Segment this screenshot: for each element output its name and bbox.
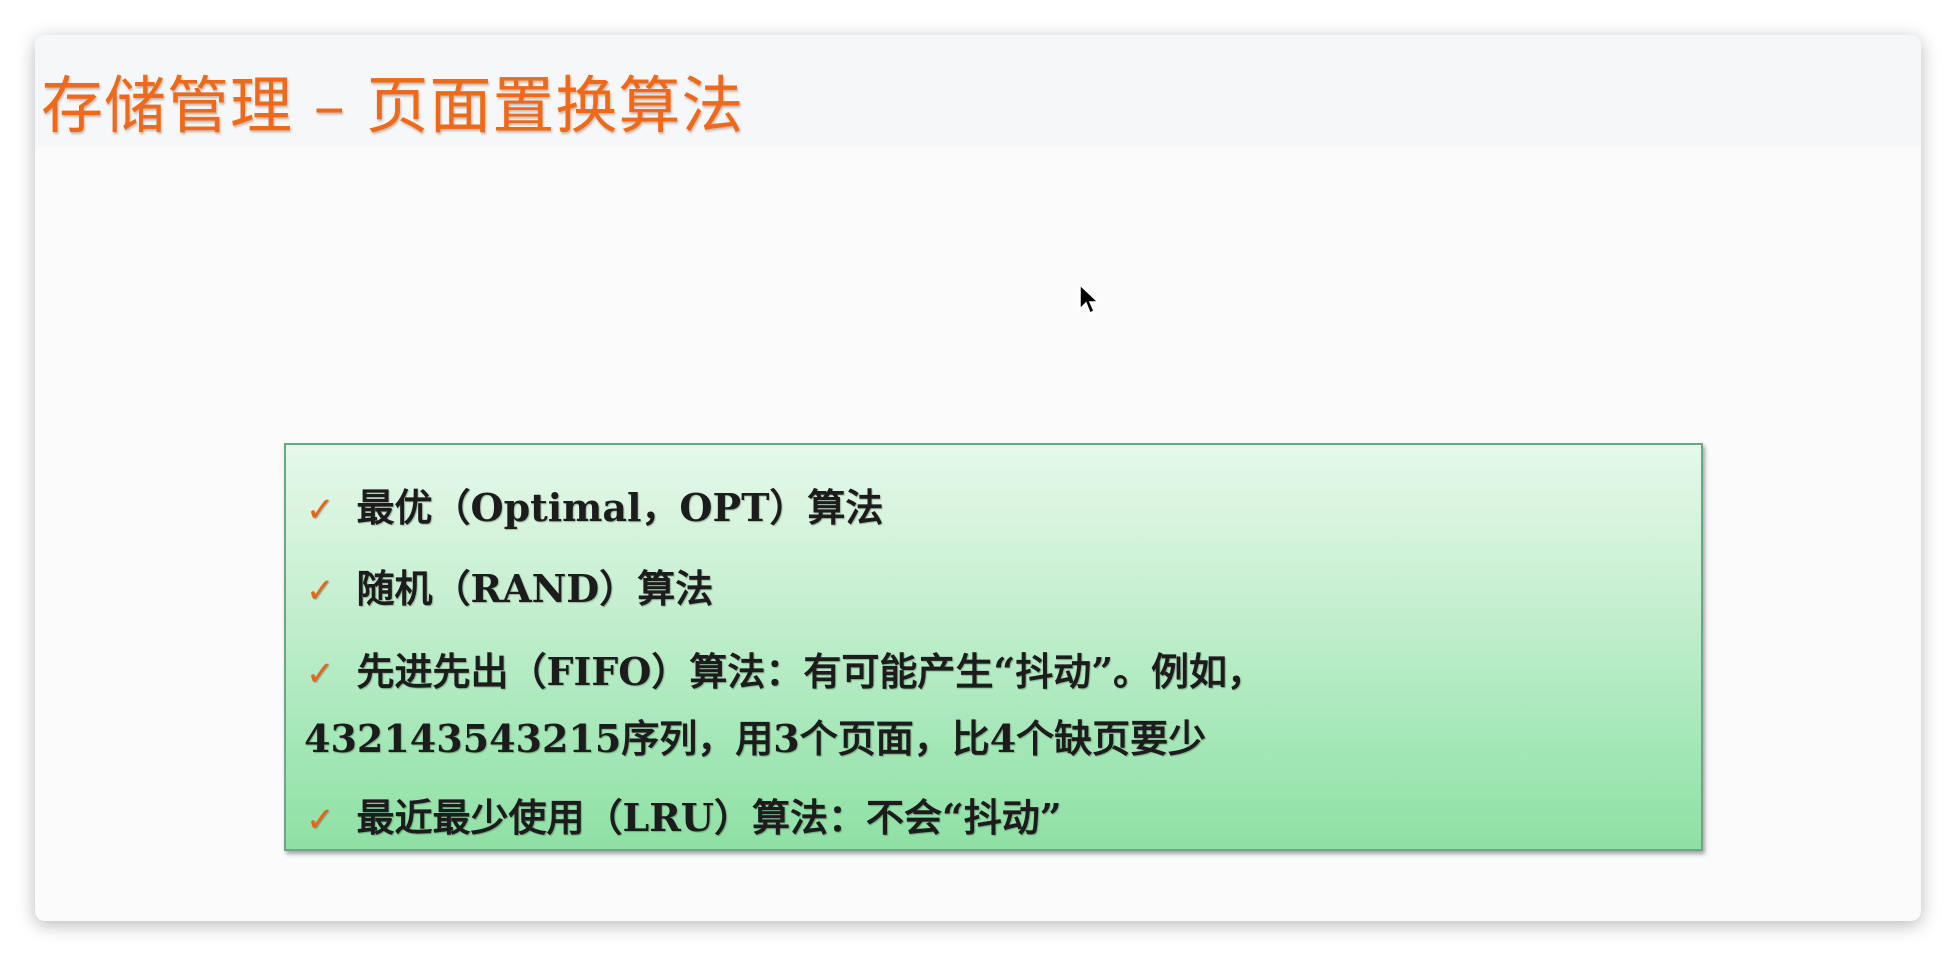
slide-title: 存储管理 – 页面置换算法 [41,69,745,142]
list-item-rand: ✓ 随机（RAND）算法 [306,558,713,613]
list-item-text: 最优（Optimal，OPT）算法 [356,485,884,530]
check-icon: ✓ [306,654,335,694]
list-item-fifo-continued: 432143543215序列，用3个页面，比4个缺页要少 [304,708,1206,763]
list-item-text: 432143543215序列，用3个页面，比4个缺页要少 [304,716,1207,761]
mouse-pointer-icon [1079,284,1100,315]
slide-window: 存储管理 – 页面置换算法 ✓ 最优（Optimal，OPT）算法 ✓ 随机（RAN… [35,35,1921,921]
list-item-lru: ✓ 最近最少使用（LRU）算法：不会“抖动” [306,787,1062,842]
list-item-text: 最近最少使用（LRU）算法：不会“抖动” [356,795,1062,840]
check-icon: ✓ [306,800,335,840]
check-icon: ✓ [306,571,335,611]
check-icon: ✓ [306,490,335,530]
list-item-text: 先进先出（FIFO）算法：有可能产生“抖动”。例如， [356,649,1266,694]
list-item-fifo: ✓ 先进先出（FIFO）算法：有可能产生“抖动”。例如， [306,641,1265,696]
title-band: 存储管理 – 页面置换算法 [35,35,1921,147]
algorithm-list-box: ✓ 最优（Optimal，OPT）算法 ✓ 随机（RAND）算法 ✓ 先进先出（FIF… [284,443,1703,851]
list-item-opt: ✓ 最优（Optimal，OPT）算法 [306,477,883,532]
list-item-text: 随机（RAND）算法 [356,566,714,611]
